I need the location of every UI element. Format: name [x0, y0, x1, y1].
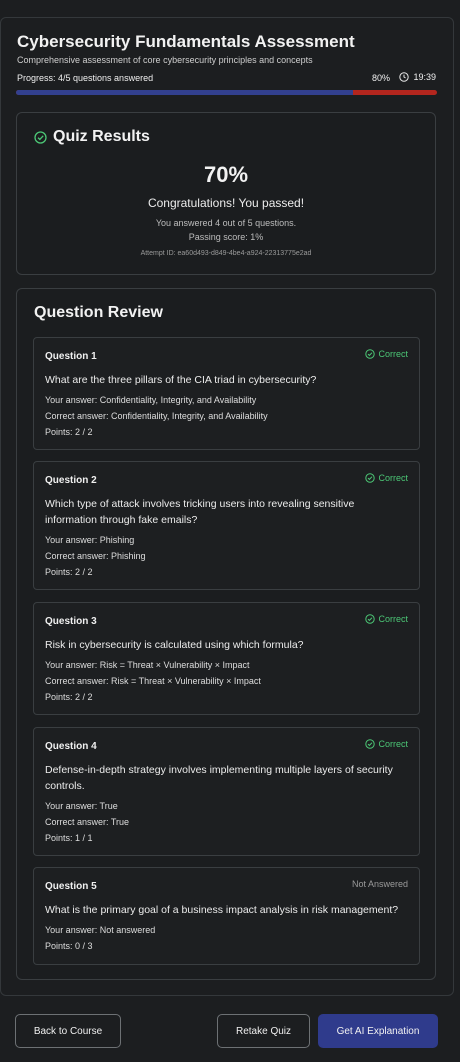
question-card: Question 2 Correct Which type of attack … — [33, 461, 420, 590]
correct-answer: Correct answer: Confidentiality, Integri… — [45, 411, 268, 421]
status-badge: Not Answered — [352, 879, 408, 889]
results-title: Quiz Results — [53, 128, 150, 145]
status-label: Correct — [378, 473, 408, 483]
progress-bar-fill — [16, 90, 353, 95]
page-subtitle: Comprehensive assessment of core cyberse… — [17, 55, 313, 65]
question-number: Question 3 — [45, 616, 97, 627]
retake-quiz-button[interactable]: Retake Quiz — [217, 1014, 310, 1048]
status-label: Correct — [378, 349, 408, 359]
question-text: What is the primary goal of a business i… — [45, 904, 399, 916]
check-circle-icon — [365, 739, 376, 749]
status-badge: Correct — [365, 473, 408, 483]
progress-percent: 80% — [371, 73, 390, 83]
passing-score: Passing score: 1% — [188, 232, 264, 242]
back-to-course-button[interactable]: Back to Course — [15, 1014, 121, 1048]
points: Points: 2 / 2 — [45, 567, 93, 577]
check-circle-icon — [365, 614, 376, 624]
review-title: Question Review — [34, 304, 163, 321]
status-badge: Correct — [365, 614, 408, 624]
points: Points: 0 / 3 — [45, 941, 93, 951]
clock-icon — [399, 72, 410, 82]
question-text: Defense-in-depth strategy involves imple… — [45, 764, 393, 792]
page-title: Cybersecurity Fundamentals Assessment — [17, 32, 355, 51]
progress-bar — [16, 90, 437, 95]
question-card: Question 3 Correct Risk in cybersecurity… — [33, 602, 420, 715]
answered-summary: You answered 4 out of 5 questions. — [155, 218, 297, 228]
check-circle-icon — [365, 473, 376, 483]
question-card: Question 1 Correct What are the three pi… — [33, 337, 420, 450]
your-answer: Your answer: Confidentiality, Integrity,… — [45, 395, 257, 405]
question-number: Question 5 — [45, 881, 97, 892]
result-message: Congratulations! You passed! — [147, 196, 305, 210]
question-card: Question 4 Correct Defense-in-depth stra… — [33, 727, 420, 856]
status-label: Correct — [378, 739, 408, 749]
timer-value: 19:39 — [413, 72, 436, 82]
correct-answer: Correct answer: Risk = Threat × Vulnerab… — [45, 676, 261, 686]
status-badge: Correct — [365, 349, 408, 359]
points: Points: 2 / 2 — [45, 427, 93, 437]
progress-label: Progress: 4/5 questions answered — [17, 73, 154, 83]
attempt-id: Attempt ID: ea60d493-d849-4be4-a924-2231… — [140, 250, 312, 257]
question-card: Question 5 Not Answered What is the prim… — [33, 867, 420, 965]
question-text: Risk in cybersecurity is calculated usin… — [45, 639, 304, 651]
your-answer: Your answer: Risk = Threat × Vulnerabili… — [45, 660, 250, 670]
your-answer: Your answer: True — [45, 801, 118, 811]
status-label: Correct — [378, 614, 408, 624]
check-circle-icon — [365, 349, 376, 359]
question-review-card: Question Review Question 1 Correct What … — [16, 288, 436, 980]
ai-explanation-button[interactable]: Get AI Explanation — [318, 1014, 438, 1048]
correct-answer: Correct answer: Phishing — [45, 551, 146, 561]
results-card: Quiz Results 70% Congratulations! You pa… — [16, 112, 436, 275]
question-number: Question 4 — [45, 741, 97, 752]
question-number: Question 2 — [45, 475, 97, 486]
question-text: What are the three pillars of the CIA tr… — [45, 374, 317, 386]
points: Points: 1 / 1 — [45, 833, 93, 843]
question-text: Which type of attack involves tricking u… — [45, 498, 355, 526]
points: Points: 2 / 2 — [45, 692, 93, 702]
your-answer: Your answer: Not answered — [45, 925, 156, 935]
timer: 19:39 — [399, 72, 436, 82]
check-circle-icon — [34, 130, 47, 144]
status-label: Not Answered — [351, 879, 408, 889]
results-header: Quiz Results — [34, 128, 150, 146]
correct-answer: Correct answer: True — [45, 817, 130, 827]
your-answer: Your answer: Phishing — [45, 535, 135, 545]
status-badge: Correct — [365, 739, 408, 749]
score-value: 70% — [203, 162, 249, 187]
question-number: Question 1 — [45, 351, 97, 362]
